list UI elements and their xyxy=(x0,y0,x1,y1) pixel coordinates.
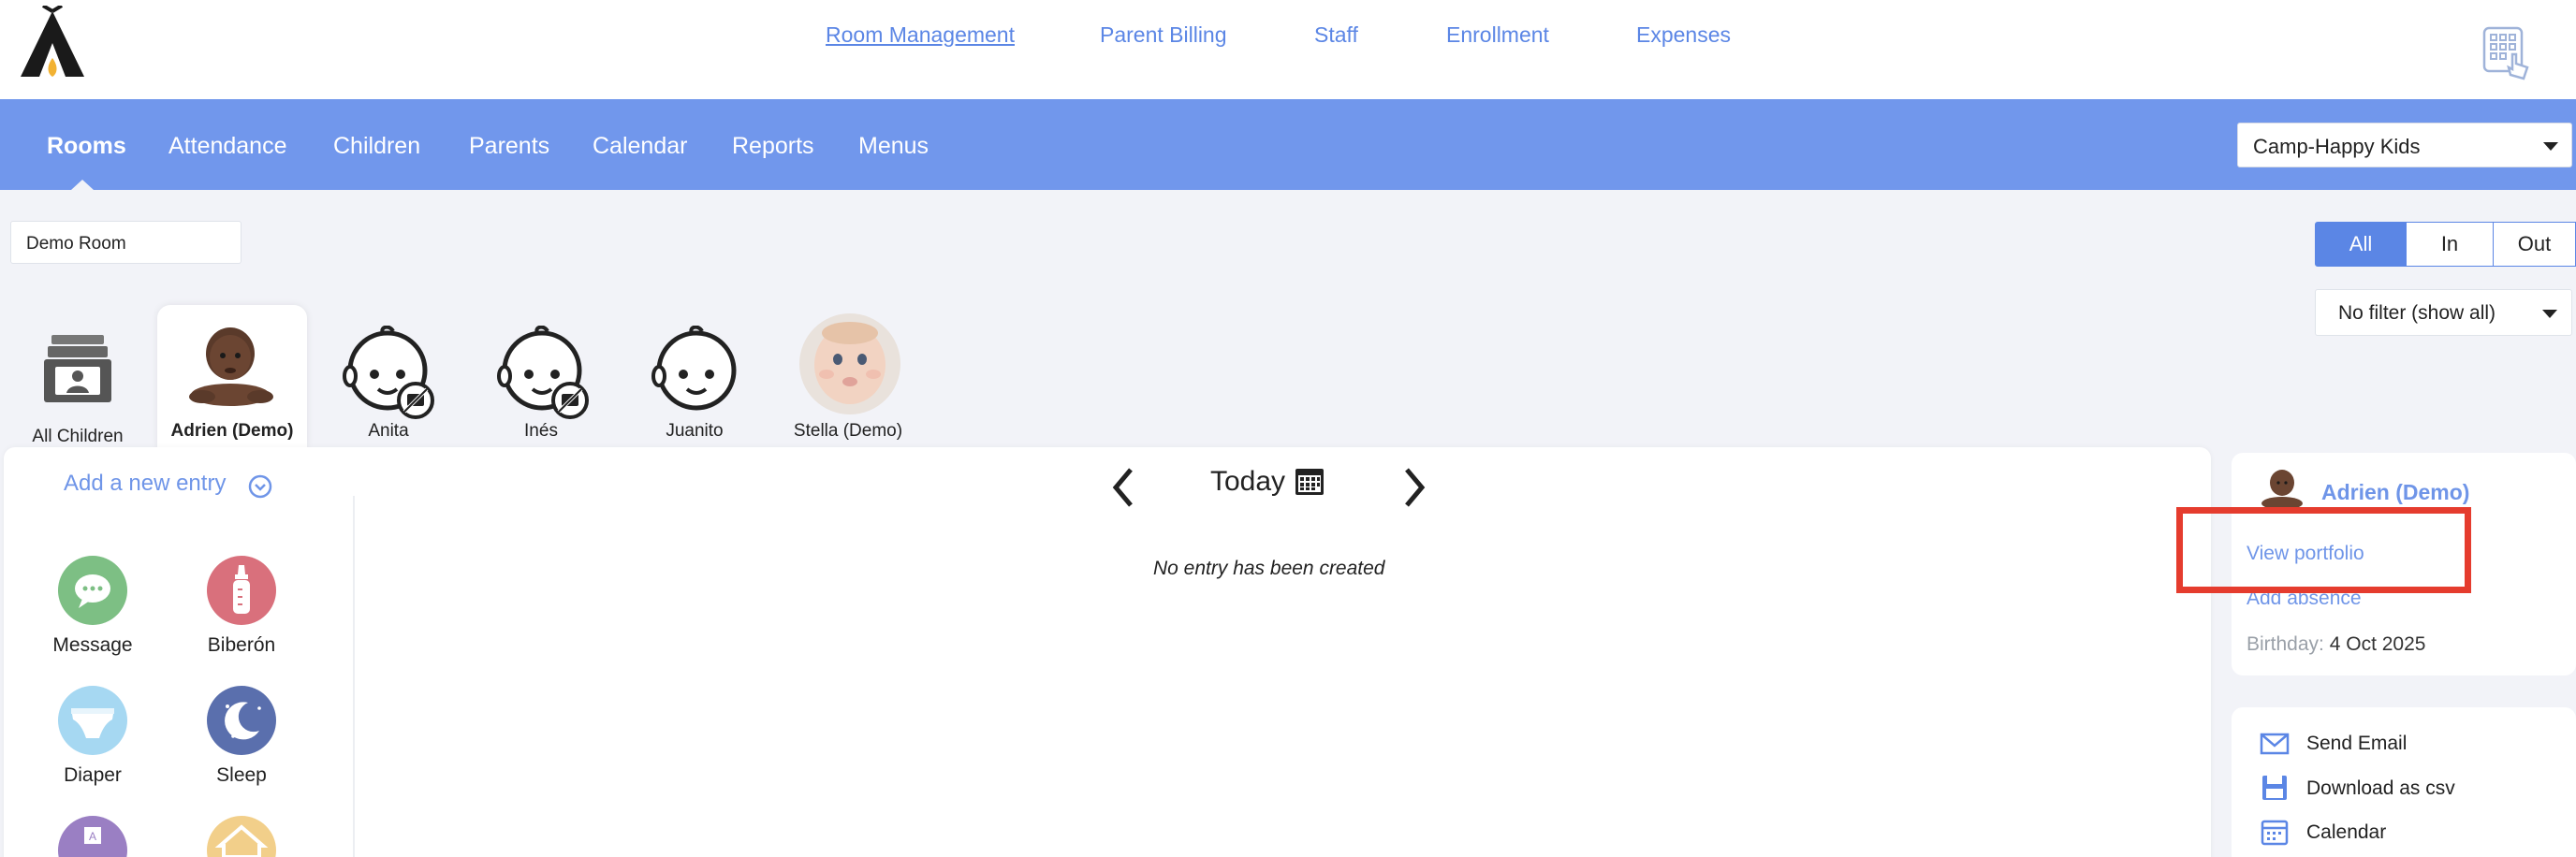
calendar-icon xyxy=(2261,820,2289,846)
birthday-row: Birthday: 4 Oct 2025 xyxy=(2247,633,2425,656)
diaper-icon xyxy=(58,686,127,755)
action-label: Calendar xyxy=(2306,821,2387,843)
top-nav-parent-billing[interactable]: Parent Billing xyxy=(1100,22,1227,48)
avatar xyxy=(799,313,900,414)
chevron-down-circle-icon[interactable] xyxy=(248,474,272,499)
download-csv-action[interactable]: Download as csv xyxy=(2260,772,2569,806)
tab-calendar[interactable]: Calendar xyxy=(593,133,687,160)
birthday-label: Birthday: xyxy=(2247,633,2324,655)
filter-select[interactable]: No filter (show all) xyxy=(2315,289,2572,336)
baby-face-icon xyxy=(497,326,589,419)
panel-divider xyxy=(353,496,355,857)
entry-type-message[interactable]: Message xyxy=(41,556,144,657)
segment-all[interactable]: All xyxy=(2315,222,2407,267)
add-new-entry-link[interactable]: Add a new entry xyxy=(64,471,226,497)
child-all-children[interactable]: All Children xyxy=(3,305,153,447)
abc-blocks-icon: A xyxy=(58,816,127,857)
child-name: Adrien (Demo) xyxy=(170,421,294,441)
chat-bubble-icon xyxy=(58,556,127,625)
svg-text:A: A xyxy=(89,830,96,843)
top-nav-staff[interactable]: Staff xyxy=(1314,22,1358,48)
child-name-link[interactable]: Adrien (Demo) xyxy=(2321,480,2469,505)
child-name: Juanito xyxy=(666,421,724,441)
child-anita[interactable]: Anita xyxy=(314,305,463,447)
top-nav-enrollment[interactable]: Enrollment xyxy=(1446,22,1549,48)
top-nav-room-management[interactable]: Room Management xyxy=(826,22,1015,48)
child-stella[interactable]: Stella (Demo) xyxy=(773,305,923,447)
entries-panel xyxy=(4,447,2211,857)
tab-children[interactable]: Children xyxy=(333,133,420,160)
tab-parents[interactable]: Parents xyxy=(469,133,549,160)
chevron-down-icon xyxy=(2542,310,2557,318)
child-name: Inés xyxy=(524,421,558,441)
segment-in[interactable]: In xyxy=(2406,222,2494,267)
top-bar: Room Management Parent Billing Staff Enr… xyxy=(0,0,2576,99)
tab-menus[interactable]: Menus xyxy=(858,133,929,160)
tab-reports[interactable]: Reports xyxy=(732,133,814,160)
entry-type-biberon[interactable]: Biberón xyxy=(190,556,293,657)
house-icon xyxy=(207,816,276,857)
baby-bottle-icon xyxy=(207,556,276,625)
envelope-icon xyxy=(2260,733,2290,755)
child-juanito[interactable]: Juanito xyxy=(620,305,769,447)
center-select[interactable]: Camp-Happy Kids xyxy=(2237,123,2572,167)
floppy-disk-icon xyxy=(2262,776,2287,800)
avatar xyxy=(2261,470,2303,510)
entry-type-sleep[interactable]: Sleep xyxy=(190,686,293,787)
child-adrien[interactable]: Adrien (Demo) xyxy=(157,305,307,447)
chevron-left-icon[interactable] xyxy=(1110,466,1136,509)
empty-state-message: No entry has been created xyxy=(1153,558,1385,579)
keypad-touch-icon[interactable] xyxy=(2482,26,2531,80)
moon-stars-icon xyxy=(207,686,276,755)
entry-type-activity[interactable]: A xyxy=(41,816,144,857)
tab-rooms[interactable]: Rooms xyxy=(47,133,126,160)
entry-type-diaper[interactable]: Diaper xyxy=(41,686,144,787)
teepee-logo-icon[interactable] xyxy=(11,6,94,82)
calendar-action[interactable]: Calendar xyxy=(2260,816,2569,850)
baby-face-icon xyxy=(651,326,737,411)
filter-select-value: No filter (show all) xyxy=(2338,302,2496,324)
child-ines[interactable]: Inés xyxy=(466,305,616,447)
tab-attendance[interactable]: Attendance xyxy=(168,133,287,160)
calendar-grid-icon[interactable] xyxy=(1295,468,1325,496)
entry-type-home[interactable] xyxy=(190,816,293,857)
chevron-down-icon xyxy=(2543,142,2558,151)
entry-type-label: Diaper xyxy=(64,764,122,786)
child-name: All Children xyxy=(32,427,124,446)
chevron-right-icon[interactable] xyxy=(1401,466,1427,509)
date-label: Today xyxy=(1210,466,1286,497)
main-navigation: Rooms Attendance Children Parents Calend… xyxy=(0,99,2576,190)
center-select-value: Camp-Happy Kids xyxy=(2253,135,2421,158)
id-card-stack-icon xyxy=(44,335,111,402)
top-nav-expenses[interactable]: Expenses xyxy=(1636,22,1731,48)
segment-out[interactable]: Out xyxy=(2493,222,2576,267)
baby-face-icon xyxy=(343,326,434,419)
send-email-action[interactable]: Send Email xyxy=(2260,727,2569,761)
birthday-value: 4 Oct 2025 xyxy=(2329,633,2426,655)
action-label: Download as csv xyxy=(2306,777,2455,799)
entry-type-label: Message xyxy=(52,634,133,656)
avatar xyxy=(189,327,273,406)
room-select[interactable]: Demo Room xyxy=(10,221,242,264)
entry-type-label: Biberón xyxy=(207,634,276,656)
highlight-box xyxy=(2176,507,2471,593)
active-tab-indicator xyxy=(71,180,94,190)
child-name: Stella (Demo) xyxy=(793,421,903,441)
entry-type-label: Sleep xyxy=(216,764,267,786)
child-name: Anita xyxy=(368,421,409,441)
action-label: Send Email xyxy=(2306,733,2408,754)
